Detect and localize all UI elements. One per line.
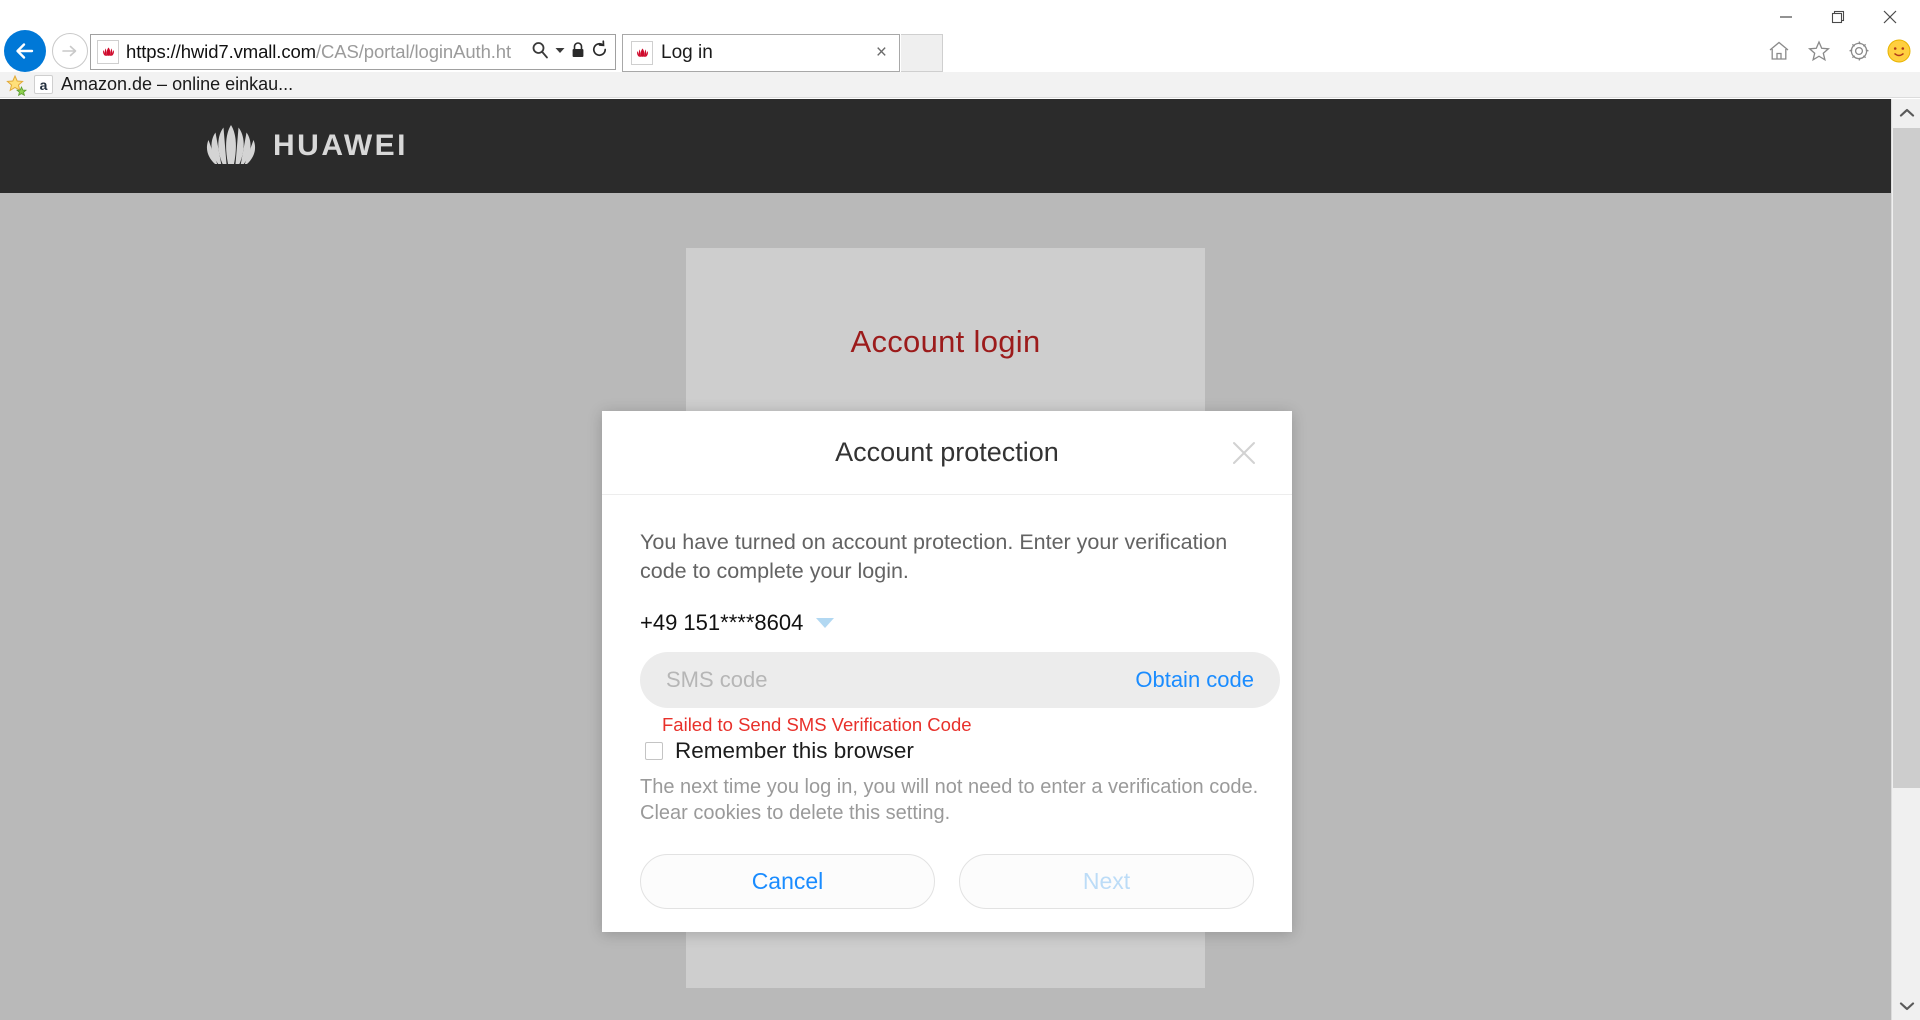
address-bar[interactable]: https://hwid7.vmall.com/CAS/portal/login… bbox=[90, 34, 616, 70]
next-button[interactable]: Next bbox=[959, 854, 1254, 910]
phone-selector-row[interactable]: +49 151****8604 bbox=[640, 610, 1254, 636]
dialog-actions: Cancel Next bbox=[640, 854, 1254, 910]
tab-favicon-icon bbox=[631, 41, 653, 65]
favorites-star-icon[interactable] bbox=[6, 74, 28, 96]
chevron-down-icon[interactable] bbox=[554, 43, 566, 61]
cancel-button[interactable]: Cancel bbox=[640, 854, 935, 910]
remember-browser-label[interactable]: Remember this browser bbox=[675, 738, 914, 764]
forward-button[interactable] bbox=[52, 33, 88, 69]
chevron-down-icon[interactable] bbox=[816, 618, 835, 629]
scrollbar-up-icon[interactable] bbox=[1892, 99, 1920, 127]
scrollbar-thumb[interactable] bbox=[1893, 128, 1920, 788]
remember-browser-row[interactable]: Remember this browser bbox=[640, 738, 1254, 764]
sms-code-input[interactable] bbox=[666, 667, 1136, 694]
dialog-title: Account protection bbox=[835, 437, 1059, 467]
phone-number: +49 151****8604 bbox=[640, 610, 804, 636]
dialog-header: Account protection bbox=[602, 411, 1292, 495]
scrollbar-down-icon[interactable] bbox=[1892, 992, 1920, 1020]
bookmark-favicon-amazon: a bbox=[34, 75, 53, 94]
close-x-icon[interactable] bbox=[1224, 433, 1264, 473]
remember-browser-checkbox[interactable] bbox=[645, 742, 663, 761]
padlock-icon[interactable] bbox=[570, 41, 586, 64]
page-title: Account login bbox=[850, 324, 1041, 359]
dialog-description: You have turned on account protection. E… bbox=[640, 530, 1228, 584]
remember-browser-help-text: The next time you log in, you will not n… bbox=[640, 776, 1259, 825]
browser-chrome: https://hwid7.vmall.com/CAS/portal/login… bbox=[0, 0, 1920, 72]
site-header: HUAWEI bbox=[0, 99, 1891, 193]
sms-error-message: Failed to Send SMS Verification Code bbox=[662, 714, 972, 736]
site-favicon-icon bbox=[97, 40, 119, 64]
new-tab-button[interactable] bbox=[901, 34, 943, 72]
navigation-row: https://hwid7.vmall.com/CAS/portal/login… bbox=[0, 30, 1920, 74]
refresh-icon[interactable] bbox=[590, 40, 609, 64]
tab-title: Log in bbox=[661, 42, 713, 63]
obtain-code-link[interactable]: Obtain code bbox=[1135, 667, 1254, 693]
window-controls bbox=[1760, 0, 1920, 34]
page-scrollbar[interactable] bbox=[1891, 99, 1920, 1020]
tab-log-in[interactable]: Log in × bbox=[622, 34, 900, 72]
account-protection-dialog: Account protection You have turned on ac… bbox=[602, 411, 1292, 932]
url-domain: hwid7.vmall.com bbox=[180, 41, 316, 62]
page-viewport: HUAWEI Account login Account protection bbox=[0, 99, 1920, 1020]
search-magnifier-icon[interactable] bbox=[530, 40, 550, 65]
huawei-wordmark: HUAWEI bbox=[273, 129, 408, 162]
window-close-button[interactable] bbox=[1864, 0, 1916, 34]
back-button[interactable] bbox=[4, 30, 46, 72]
window-restore-button[interactable] bbox=[1812, 0, 1864, 34]
bookmarks-bar: a Amazon.de – online einkau... bbox=[0, 72, 1920, 98]
tab-close-icon[interactable]: × bbox=[872, 42, 891, 64]
url-text: https://hwid7.vmall.com/CAS/portal/login… bbox=[126, 41, 512, 62]
bookmark-item-amazon[interactable]: Amazon.de – online einkau... bbox=[61, 74, 293, 95]
url-path: /CAS/portal/loginAuth.ht bbox=[315, 41, 512, 62]
huawei-logo[interactable]: HUAWEI bbox=[203, 123, 408, 169]
sms-code-field[interactable]: Obtain code bbox=[640, 652, 1280, 709]
window-minimize-button[interactable] bbox=[1760, 0, 1812, 34]
dialog-body: You have turned on account protection. E… bbox=[602, 495, 1292, 910]
huawei-flower-logo-icon bbox=[206, 125, 256, 164]
